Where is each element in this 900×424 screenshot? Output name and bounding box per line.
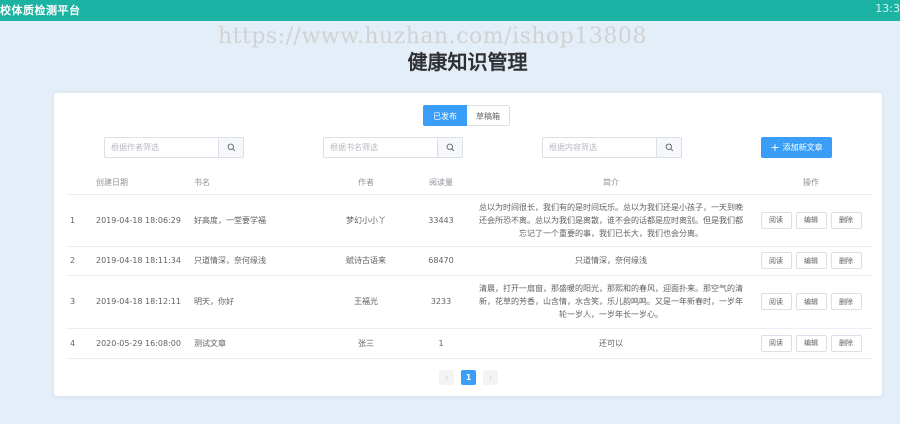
row-date: 2019-04-18 18:11:34	[92, 246, 190, 276]
edit-button[interactable]: 编辑	[795, 211, 827, 229]
page-1-button[interactable]: 1	[461, 370, 476, 385]
main-card: 已发布 草稿箱 + 添加新文章 创建日期 书名	[54, 93, 882, 396]
read-button[interactable]: 阅读	[760, 252, 792, 269]
row-ops: 阅读 编辑 删除	[750, 328, 872, 359]
table-row: 1 2019-04-18 18:06:29 好高度，一堂要学福 梦幻小小丫 33…	[66, 194, 872, 247]
header-date: 创建日期	[92, 172, 190, 195]
clock: 13:3	[875, 2, 900, 15]
header-index	[66, 172, 92, 195]
row-brief: 还可以	[472, 328, 750, 359]
row-ops: 阅读 编辑 删除	[750, 194, 872, 247]
search-icon	[665, 143, 673, 152]
book-search-input[interactable]	[323, 137, 437, 158]
edit-button[interactable]: 编辑	[795, 293, 827, 310]
row-ops: 阅读 编辑 删除	[750, 275, 872, 329]
content-search-button[interactable]	[656, 137, 682, 158]
row-author: 张三	[322, 328, 410, 359]
row-brief: 清晨，打开一扇窗，那盛暖的阳光，那熙和的春风，迎面扑来。那空气的清新，花草的芳香…	[472, 275, 750, 329]
edit-button[interactable]: 编辑	[795, 334, 827, 352]
row-index: 1	[66, 194, 92, 247]
row-reads: 1	[410, 328, 472, 359]
row-date: 2019-04-18 18:12:11	[92, 275, 190, 329]
read-button[interactable]: 阅读	[760, 293, 792, 310]
row-ops: 阅读 编辑 删除	[750, 246, 872, 276]
row-brief: 只道情深，奈何缘浅	[472, 246, 750, 276]
content-search-input[interactable]	[542, 137, 656, 158]
search-icon	[227, 143, 235, 152]
row-date: 2020-05-29 16:08:00	[92, 328, 190, 359]
header-brief: 简介	[472, 172, 750, 195]
delete-button[interactable]: 删除	[830, 252, 862, 269]
plus-icon: +	[770, 141, 780, 154]
row-reads: 33443	[410, 194, 472, 247]
tab-drafts[interactable]: 草稿箱	[467, 105, 510, 126]
row-index: 2	[66, 246, 92, 276]
author-search-input[interactable]	[104, 137, 218, 158]
delete-button[interactable]: 删除	[830, 334, 862, 352]
row-brief: 总以为时间很长，我们有的是时间玩乐。总以为我们还是小孩子，一天到晚还会所恐不离。…	[472, 194, 750, 247]
row-index: 4	[66, 328, 92, 359]
prev-page-button[interactable]: ‹	[439, 370, 454, 385]
row-reads: 68470	[410, 246, 472, 276]
row-index: 3	[66, 275, 92, 329]
author-search-button[interactable]	[218, 137, 244, 158]
header-reads: 阅读量	[410, 172, 472, 195]
table-row: 2 2019-04-18 18:11:34 只道情深，奈何缘浅 赋诗古语来 68…	[66, 246, 872, 276]
tab-published[interactable]: 已发布	[423, 105, 467, 126]
row-book: 好高度，一堂要学福	[190, 194, 322, 247]
articles-table: 创建日期 书名 作者 阅读量 简介 操作 1 2019-04-18 18:06:…	[66, 172, 872, 359]
add-article-label: 添加新文章	[782, 143, 823, 152]
header-author: 作者	[322, 172, 410, 195]
row-date: 2019-04-18 18:06:29	[92, 194, 190, 247]
status-tabs: 已发布 草稿箱	[423, 105, 510, 126]
header-book: 书名	[190, 172, 322, 195]
app-title: 校体质检测平台	[0, 4, 81, 17]
read-button[interactable]: 阅读	[760, 334, 792, 352]
top-bar: 校体质检测平台 13:3	[0, 0, 900, 21]
header-ops: 操作	[750, 172, 872, 195]
add-article-button[interactable]: + 添加新文章	[761, 137, 832, 158]
delete-button[interactable]: 删除	[830, 293, 862, 310]
row-book: 只道情深，奈何缘浅	[190, 246, 322, 276]
table-header-row: 创建日期 书名 作者 阅读量 简介 操作	[66, 172, 872, 195]
delete-button[interactable]: 删除	[830, 211, 862, 229]
content-search	[542, 137, 682, 158]
edit-button[interactable]: 编辑	[795, 252, 827, 269]
read-button[interactable]: 阅读	[760, 211, 792, 229]
table-row: 3 2019-04-18 18:12:11 明天，你好 王福光 3233 清晨，…	[66, 275, 872, 329]
row-book: 明天，你好	[190, 275, 322, 329]
author-search	[104, 137, 244, 158]
book-search-button[interactable]	[437, 137, 463, 158]
table-row: 4 2020-05-29 16:08:00 测试文章 张三 1 还可以 阅读 编…	[66, 328, 872, 359]
row-author: 赋诗古语来	[322, 246, 410, 276]
book-search	[323, 137, 463, 158]
row-reads: 3233	[410, 275, 472, 329]
row-book: 测试文章	[190, 328, 322, 359]
pagination: ‹ 1 ›	[439, 370, 498, 385]
row-author: 王福光	[322, 275, 410, 329]
search-icon	[446, 143, 454, 152]
row-author: 梦幻小小丫	[322, 194, 410, 247]
page-title: 健康知识管理	[407, 50, 528, 74]
next-page-button[interactable]: ›	[483, 370, 498, 385]
